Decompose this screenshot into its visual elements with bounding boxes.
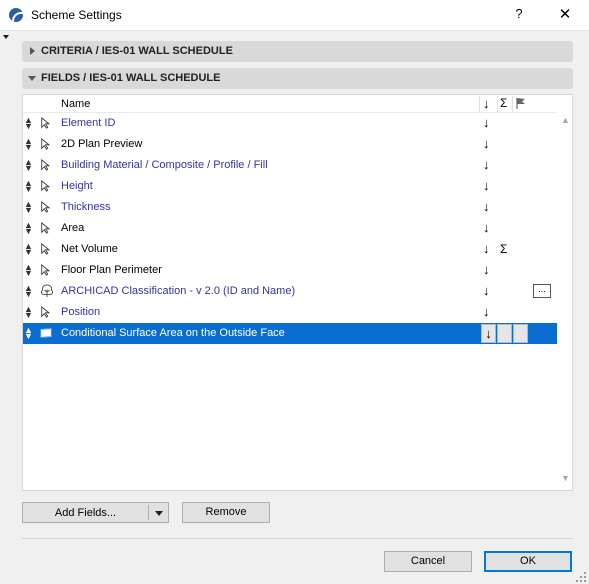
sort-indicator[interactable]: ↓ [483,241,490,256]
divider [22,538,573,539]
name-column-header[interactable]: Name [61,98,90,110]
add-fields-label: Add Fields... [54,507,117,519]
row-label: Building Material / Composite / Profile … [61,159,268,171]
remove-button[interactable]: Remove [182,502,270,523]
fields-column-header: Name ↓ Σ [23,95,557,113]
flag-icon[interactable] [514,96,528,110]
sort-indicator[interactable]: ↓ [483,220,490,235]
fields-list: Name ↓ Σ ▲ ▼ Element ID ↓ ▲ ▼ 2D Plan Preview ↓… [22,94,573,491]
reorder-handle-icon[interactable]: ▲ ▼ [24,179,33,194]
reorder-handle-icon[interactable]: ▲ ▼ [24,137,33,152]
row-label: Area [61,222,85,234]
row-label: Position [61,306,101,318]
sort-indicator[interactable]: ↓ [483,304,490,319]
sort-indicator[interactable]: ↓ [483,199,490,214]
vertical-scrollbar[interactable]: ▲ ▼ [558,113,573,490]
sort-indicator[interactable]: ↓ [483,262,490,277]
help-button[interactable]: ? [511,6,527,21]
reorder-handle-icon[interactable]: ▲ ▼ [24,263,33,278]
sum-indicator[interactable]: Σ [500,242,507,256]
cancel-button[interactable]: Cancel [384,551,472,572]
table-row[interactable]: ▲ ▼ Element ID ↓ [23,113,557,134]
table-row[interactable]: ▲ ▼ Position ↓ [23,302,557,323]
pointer-icon [41,158,51,171]
row-label: Height [61,180,93,192]
sort-indicator[interactable]: ↓ [483,178,490,193]
table-row[interactable]: ▲ ▼ Thickness ↓ [23,197,557,218]
reorder-handle-icon[interactable]: ▲ ▼ [24,116,33,131]
flag-toggle[interactable] [513,324,528,343]
pointer-icon [41,305,51,318]
collapse-arrow-icon [28,76,36,81]
sum-toggle[interactable] [497,324,512,343]
reorder-handle-icon[interactable]: ▲ ▼ [24,158,33,173]
close-button[interactable]: ✕ [557,5,573,23]
column-divider [497,96,498,112]
table-row[interactable]: ▲ ▼ Floor Plan Perimeter ↓ [23,260,557,281]
chevron-down-icon[interactable] [155,511,163,516]
sort-indicator[interactable]: ↓ [483,115,490,130]
ok-button[interactable]: OK [484,551,572,572]
row-label: 2D Plan Preview [61,138,143,150]
table-row[interactable]: ▲ ▼ 2D Plan Preview ↓ [23,134,557,155]
split-divider [148,505,149,520]
scroll-down-icon[interactable]: ▼ [561,473,570,483]
reorder-handle-icon[interactable]: ▲ ▼ [24,200,33,215]
reorder-handle-icon[interactable]: ▲ ▼ [24,242,33,257]
scroll-up-icon[interactable]: ▲ [561,115,570,125]
expand-arrow-icon [30,47,35,55]
table-row-selected[interactable]: ▲ ▼ Conditional Surface Area on the Outsi… [23,323,557,344]
sort-toggle[interactable]: ↓ [481,324,496,343]
table-row[interactable]: ▲ ▼ Building Material / Composite / Profil… [23,155,557,176]
archicad-logo-icon [9,8,23,22]
reorder-handle-icon[interactable]: ▲ ▼ [24,305,33,320]
more-options-button[interactable]: ... [533,284,551,298]
criteria-section-header[interactable]: CRITERIA / IES-01 WALL SCHEDULE [22,41,573,62]
row-label: Conditional Surface Area on the Outside … [61,327,285,339]
add-fields-button[interactable]: Add Fields... [22,502,169,523]
sort-indicator[interactable]: ↓ [483,283,490,298]
sum-column-header[interactable]: Σ [500,96,507,110]
classification-tree-icon [40,284,54,298]
pointer-icon [41,263,51,276]
panel-marker-icon [3,35,9,39]
reorder-handle-icon[interactable]: ▲ ▼ [24,221,33,236]
sort-column-header[interactable]: ↓ [483,96,490,111]
resize-grip-icon[interactable] [575,571,587,583]
fields-section-label: FIELDS / IES-01 WALL SCHEDULE [41,72,221,84]
column-divider [479,96,480,112]
window-title: Scheme Settings [31,8,122,22]
pointer-icon [41,116,51,129]
criteria-section-label: CRITERIA / IES-01 WALL SCHEDULE [41,45,233,57]
sort-indicator[interactable]: ↓ [483,157,490,172]
reorder-handle-icon[interactable]: ▲ ▼ [24,326,33,341]
title-bar: Scheme Settings ? ✕ [0,0,589,31]
table-row[interactable]: ▲ ▼ Height ↓ [23,176,557,197]
pointer-icon [41,242,51,255]
row-label: Net Volume [61,243,118,255]
row-label: Element ID [61,117,116,129]
row-label: Thickness [61,201,111,213]
pointer-icon [41,221,51,234]
pointer-icon [41,200,51,213]
table-row[interactable]: ▲ ▼ Area ↓ [23,218,557,239]
table-row[interactable]: ▲ ▼ Net Volume ↓ Σ [23,239,557,260]
table-row[interactable]: ▲ ▼ ARCHICAD Classification - v 2.0 (ID an… [23,281,557,302]
sort-indicator[interactable]: ↓ [483,136,490,151]
pointer-icon [41,179,51,192]
fields-section-header[interactable]: FIELDS / IES-01 WALL SCHEDULE [22,68,573,89]
column-divider [512,96,513,112]
surface-icon [40,328,52,338]
row-label: ARCHICAD Classification - v 2.0 (ID and … [61,285,296,297]
row-label: Floor Plan Perimeter [61,264,162,276]
pointer-icon [41,137,51,150]
reorder-handle-icon[interactable]: ▲ ▼ [24,284,33,299]
